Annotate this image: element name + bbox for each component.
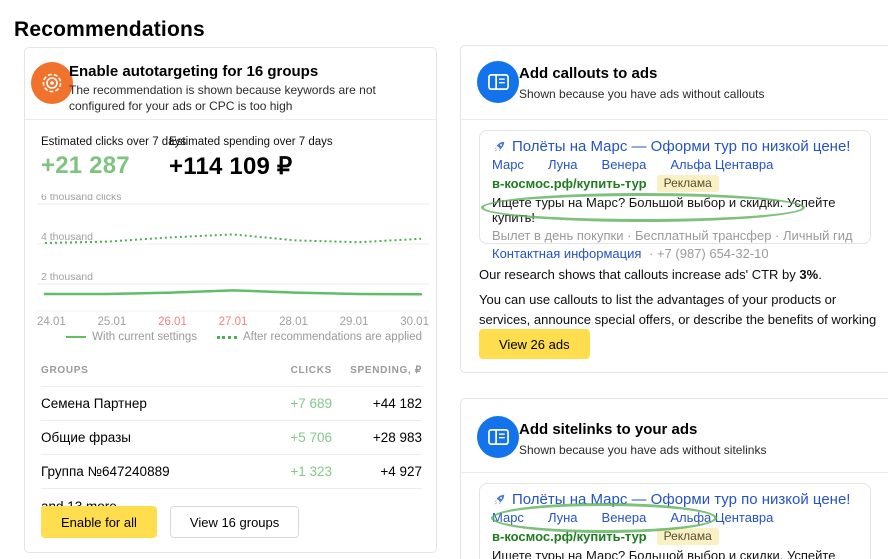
ad-contact-row: Контактная информация · +7 (987) 654-32-…	[492, 246, 858, 261]
estimated-clicks-label: Estimated clicks over 7 days	[41, 136, 186, 148]
legend-current-settings-label: With current settings	[92, 331, 197, 343]
enable-for-all-button[interactable]: Enable for all	[41, 506, 157, 538]
chart-x-label: 27.01	[219, 316, 248, 328]
ad-title-row: Полёты на Марс — Оформи тур по низкой це…	[492, 138, 858, 155]
ad-title[interactable]: Полёты на Марс — Оформи тур по низкой це…	[512, 491, 850, 508]
chart-legend: With current settings After recommendati…	[25, 331, 436, 343]
chart-x-axis: 24.01 25.01 26.01 27.01 28.01 29.01 30.0…	[37, 316, 429, 328]
clicks-value: +7 689	[240, 396, 332, 411]
group-name: Группа №647240889	[41, 464, 240, 479]
callouts-card: Add callouts to ads Shown because you ha…	[460, 45, 888, 373]
rocket-icon	[492, 493, 506, 507]
sitelinks-card-title: Add sitelinks to your ads	[519, 421, 697, 438]
group-name: Общие фразы	[41, 430, 240, 445]
current-settings-line	[45, 290, 421, 294]
legend-after-recommendations-label: After recommendations are applied	[243, 331, 422, 343]
clicks-value: +5 706	[240, 430, 332, 445]
estimated-clicks-value: +21 287	[41, 152, 186, 180]
ad-badge: Реклама	[657, 528, 719, 545]
ad-badge: Реклама	[657, 175, 719, 192]
research-note: Our research shows that callouts increas…	[479, 265, 883, 285]
ad-sitelink[interactable]: Венера	[602, 157, 647, 172]
sitelinks-card-subtitle: Shown because you have ads without sitel…	[519, 443, 766, 459]
spending-column-header: SPENDING, ₽	[332, 365, 422, 376]
ad-description: Ищете туры на Марс? Большой выбор и скид…	[492, 548, 858, 559]
callouts-card-subtitle: Shown because you have ads without callo…	[519, 87, 765, 103]
groups-table: GROUPS CLICKS SPENDING, ₽ Семена Партнер…	[41, 356, 422, 514]
ad-title[interactable]: Полёты на Марс — Оформи тур по низкой це…	[512, 138, 850, 155]
ad-card-icon	[477, 61, 519, 103]
view-groups-button[interactable]: View 16 groups	[170, 506, 299, 538]
spending-value: +4 927	[332, 464, 422, 479]
ctr-percent: 3%	[799, 267, 818, 282]
estimated-clicks-stat: Estimated clicks over 7 days +21 287	[41, 136, 186, 180]
after-recommendations-line	[45, 234, 421, 243]
ad-title-row: Полёты на Марс — Оформи тур по низкой це…	[492, 491, 858, 508]
ad-url-row: в-космос.рф/купить-тур Реклама	[492, 528, 858, 545]
table-row: Общие фразы +5 706 +28 983	[41, 420, 422, 454]
estimated-spending-label: Estimated spending over 7 days	[169, 136, 333, 148]
ad-sitelinks-row: Марс Луна Венера Альфа Центавра	[492, 510, 858, 525]
ad-sitelink[interactable]: Луна	[548, 510, 578, 525]
chart-x-label: 25.01	[98, 316, 127, 328]
groups-column-header: GROUPS	[41, 365, 240, 376]
y-axis-label-2k: 2 thousand	[41, 271, 93, 283]
chart-x-label: 30.01	[400, 316, 429, 328]
ad-preview: Полёты на Марс — Оформи тур по низкой це…	[479, 483, 871, 559]
sitelinks-card-header: Add sitelinks to your ads Shown because …	[461, 399, 888, 473]
y-axis-label-6k: 6 thousand clicks	[41, 194, 122, 203]
ad-sitelink[interactable]: Марс	[492, 510, 524, 525]
spending-value: +28 983	[332, 430, 422, 445]
autotargeting-card: Enable autotargeting for 16 groups The r…	[24, 47, 437, 553]
legend-current-settings: With current settings	[66, 331, 197, 343]
ad-preview: Полёты на Марс — Оформи тур по низкой це…	[479, 130, 871, 244]
ad-sitelink[interactable]: Альфа Центавра	[670, 510, 773, 525]
group-name: Семена Партнер	[41, 396, 240, 411]
sitelinks-card: Add sitelinks to your ads Shown because …	[460, 398, 888, 559]
autotargeting-card-header: Enable autotargeting for 16 groups The r…	[25, 48, 436, 120]
autotargeting-title: Enable autotargeting for 16 groups	[69, 63, 318, 80]
autotargeting-target-icon	[31, 62, 73, 104]
rocket-icon	[492, 140, 506, 154]
clicks-column-header: CLICKS	[240, 365, 332, 376]
table-row: Группа №647240889 +1 323 +4 927	[41, 454, 422, 488]
estimated-spending-stat: Estimated spending over 7 days +114 109 …	[169, 136, 333, 181]
chart-x-label: 26.01	[158, 316, 187, 328]
page-title: Recommendations	[14, 18, 205, 42]
view-ads-button[interactable]: View 26 ads	[479, 329, 590, 359]
spending-value: +44 182	[332, 396, 422, 411]
autotargeting-description: The recommendation is shown because keyw…	[69, 83, 427, 114]
chart-x-label: 24.01	[37, 316, 66, 328]
contact-phone: · +7 (987) 654-32-10	[649, 246, 769, 261]
ad-url-row: в-космос.рф/купить-тур Реклама	[492, 175, 858, 192]
ad-sitelinks-row: Марс Луна Венера Альфа Центавра	[492, 157, 858, 172]
solid-line-swatch	[66, 336, 86, 338]
ad-sitelink[interactable]: Марс	[492, 157, 524, 172]
callouts-card-header: Add callouts to ads Shown because you ha…	[461, 46, 888, 120]
estimated-spending-value: +114 109 ₽	[169, 152, 333, 181]
callouts-card-title: Add callouts to ads	[519, 65, 657, 82]
ad-display-url[interactable]: в-космос.рф/купить-тур	[492, 176, 647, 191]
chart-x-label: 29.01	[340, 316, 369, 328]
groups-table-header: GROUPS CLICKS SPENDING, ₽	[41, 356, 422, 386]
dotted-line-swatch	[217, 336, 237, 339]
ad-sitelink[interactable]: Венера	[602, 510, 647, 525]
ad-card-icon	[477, 416, 519, 458]
ad-callouts: Вылет в день покупки · Бесплатный трансф…	[492, 228, 858, 243]
clicks-value: +1 323	[240, 464, 332, 479]
ad-description: Ищете туры на Марс? Большой выбор и скид…	[492, 195, 858, 225]
clicks-forecast-chart: 6 thousand clicks 4 thousand 2 thousand	[37, 194, 429, 312]
ad-sitelink[interactable]: Луна	[548, 157, 578, 172]
table-row: Семена Партнер +7 689 +44 182	[41, 386, 422, 420]
legend-after-recommendations: After recommendations are applied	[217, 331, 422, 343]
contact-info-link[interactable]: Контактная информация	[492, 246, 641, 261]
ad-sitelink[interactable]: Альфа Центавра	[670, 157, 773, 172]
ad-display-url[interactable]: в-космос.рф/купить-тур	[492, 529, 647, 544]
chart-x-label: 28.01	[279, 316, 308, 328]
